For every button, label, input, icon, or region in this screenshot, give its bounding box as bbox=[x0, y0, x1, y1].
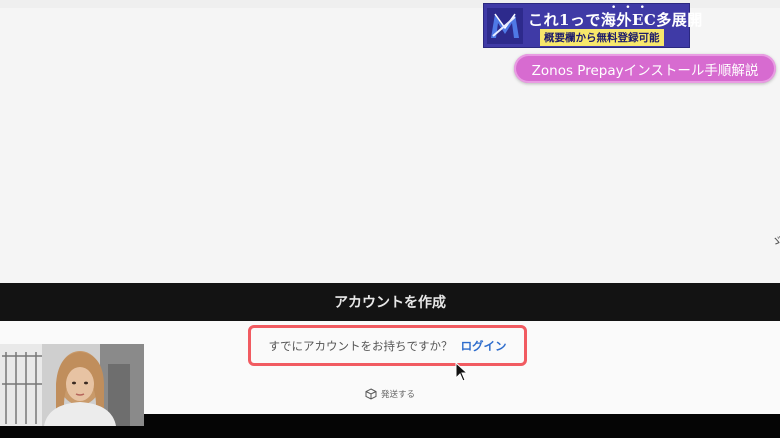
promo-emphasis-dots: ••• bbox=[611, 3, 654, 13]
mouse-cursor-icon bbox=[455, 362, 469, 382]
m-logo-icon bbox=[487, 7, 523, 44]
package-icon bbox=[365, 388, 377, 400]
promo-headline: これ1っで海外EC多展開 bbox=[528, 11, 703, 29]
login-link[interactable]: ログイン bbox=[461, 338, 507, 354]
login-question: すでにアカウントをお持ちですか？ bbox=[268, 338, 453, 353]
create-account-button[interactable]: アカウントを作成 bbox=[0, 283, 780, 321]
topic-label: Zonos Prepayインストール手順解説 bbox=[514, 54, 776, 83]
ship-label: 発送する bbox=[381, 390, 416, 400]
presenter-webcam bbox=[0, 344, 144, 426]
login-prompt-highlight: すでにアカウントをお持ちですか？ ログイン bbox=[248, 325, 527, 366]
promo-banner: これ1っで海外EC多展開 ••• 概要欄から無料登録可能 bbox=[483, 3, 703, 48]
promo-subline: 概要欄から無料登録可能 bbox=[540, 29, 664, 46]
edge-glyph: ゞ bbox=[771, 234, 780, 248]
ship-row[interactable]: 発送する bbox=[365, 388, 415, 400]
